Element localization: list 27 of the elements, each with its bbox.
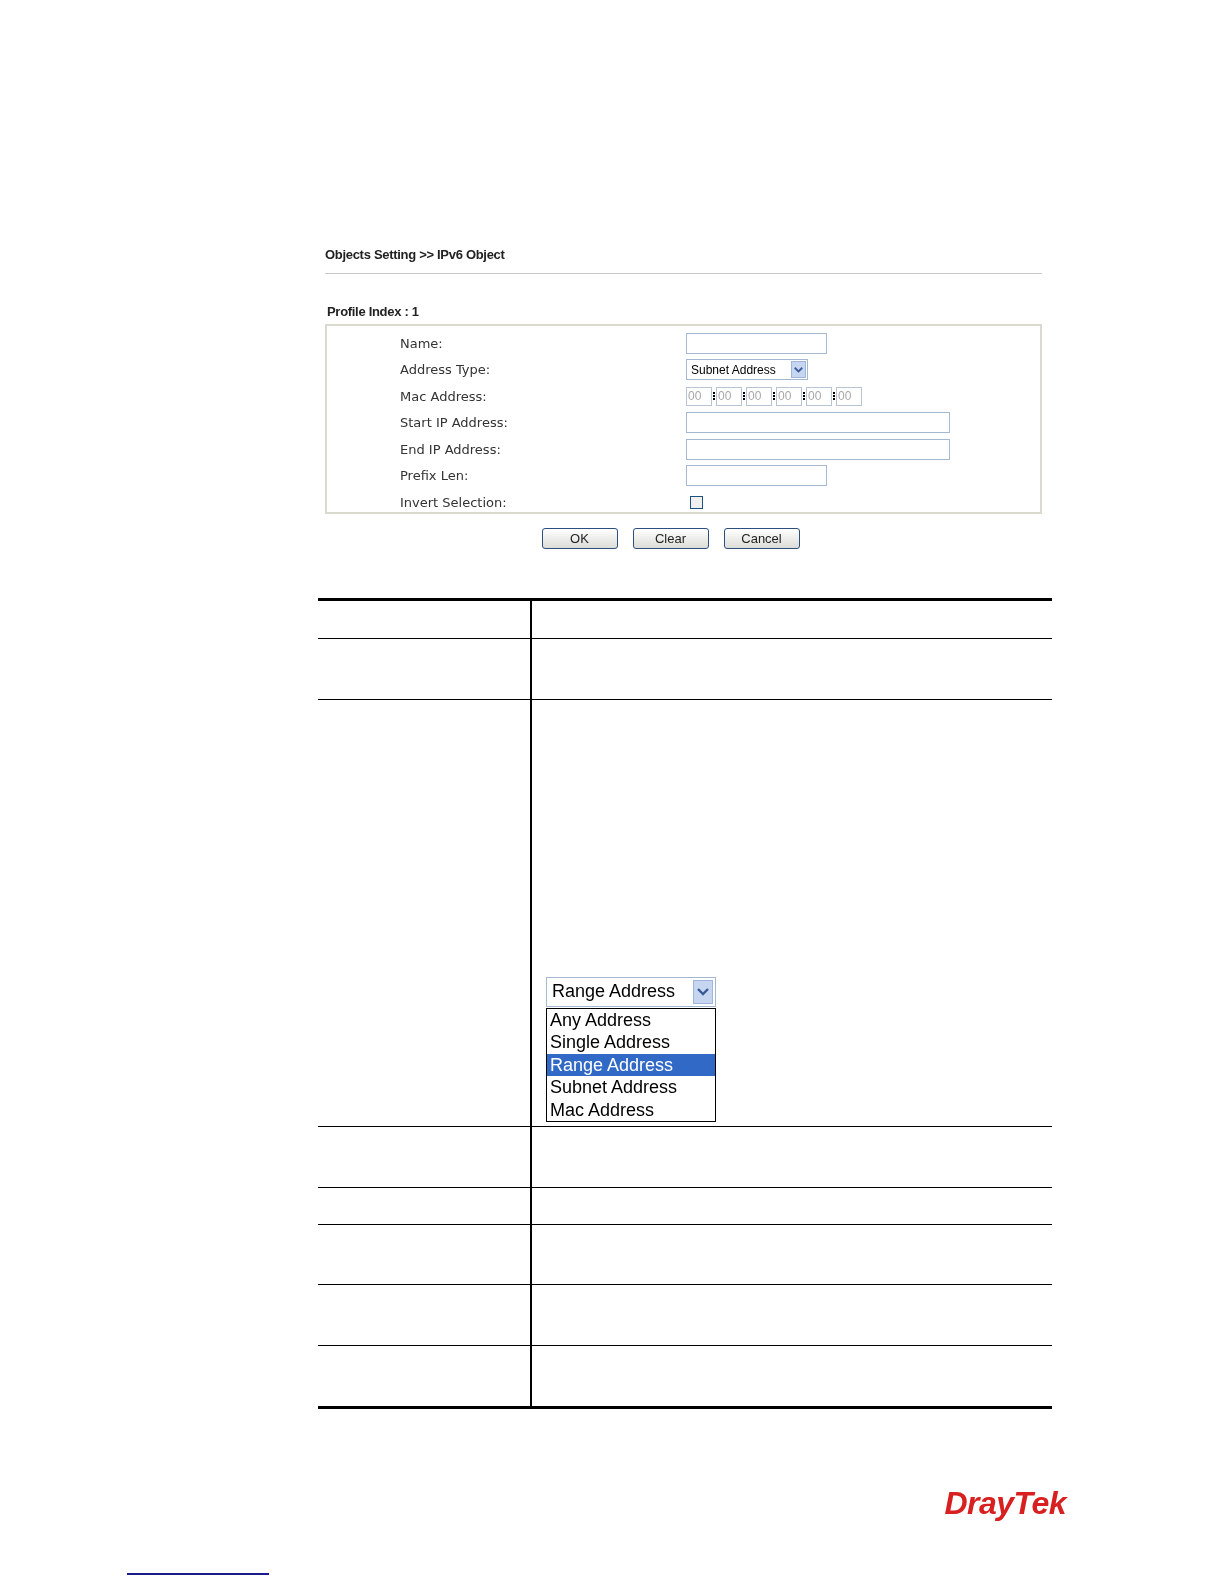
text-field[interactable] bbox=[686, 465, 827, 487]
dropdown-option[interactable]: Subnet Address bbox=[547, 1076, 715, 1099]
field-label: Start IP Address: bbox=[400, 414, 509, 432]
field-label: Name: bbox=[400, 334, 444, 353]
dialog-button[interactable]: OK bbox=[541, 528, 618, 549]
profile-index-label: Profile Index : 1 bbox=[327, 302, 420, 321]
field-label: End IP Address: bbox=[400, 440, 502, 459]
text-field[interactable] bbox=[686, 412, 950, 434]
text-field[interactable] bbox=[686, 438, 950, 460]
dropdown-option[interactable]: Any Address bbox=[547, 1008, 715, 1031]
field-label: Mac Address: bbox=[400, 387, 488, 406]
dropdown-option[interactable]: Mac Address bbox=[547, 1098, 715, 1121]
dropdown-option[interactable]: Single Address bbox=[547, 1031, 715, 1054]
breadcrumb-title: Objects Setting >> IPv6 Object bbox=[325, 246, 506, 264]
checkbox[interactable] bbox=[690, 495, 703, 509]
field-label: Address Type: bbox=[400, 361, 492, 379]
dropdown-option[interactable]: Range Address bbox=[547, 1053, 715, 1076]
field-label: Invert Selection: bbox=[400, 493, 508, 512]
text-field[interactable] bbox=[686, 332, 827, 354]
address-type-select[interactable]: Range Address bbox=[546, 976, 716, 1007]
field-label: Prefix Len: bbox=[400, 467, 470, 485]
brand-logo: DrayTek bbox=[944, 1484, 1066, 1523]
caret-icon bbox=[693, 979, 713, 1004]
address-type-select[interactable]: Subnet Address bbox=[686, 359, 808, 381]
dialog-button[interactable]: Clear bbox=[632, 528, 709, 549]
caret-icon bbox=[791, 361, 806, 379]
dialog-button[interactable]: Cancel bbox=[723, 528, 800, 549]
